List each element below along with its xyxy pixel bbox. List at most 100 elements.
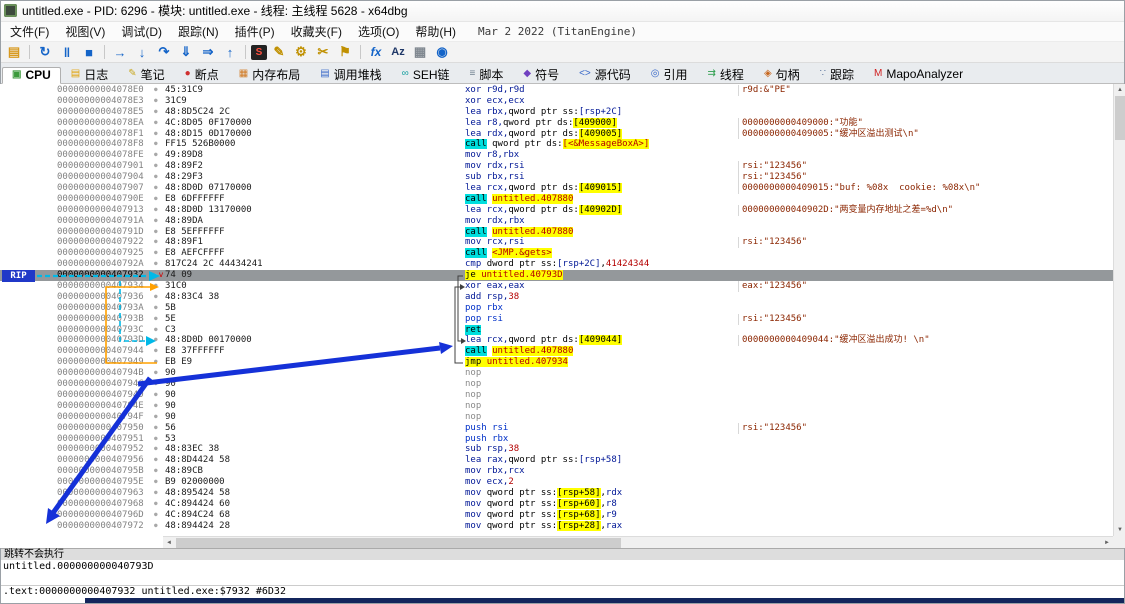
- disasm-row[interactable]: 0000000000407925 ● E8 AEFCFFFF call <JMP.&g…: [0, 248, 1113, 259]
- breakpoint-dot[interactable]: ●: [151, 379, 165, 390]
- horizontal-scroll-thumb[interactable]: [176, 538, 621, 548]
- tab-cpu[interactable]: ▣ CPU: [2, 67, 61, 84]
- breakpoint-dot[interactable]: ●: [151, 259, 165, 270]
- horizontal-scrollbar[interactable]: ◄ ►: [163, 536, 1113, 548]
- breakpoint-dot[interactable]: ●: [151, 444, 165, 455]
- breakpoint-dot[interactable]: ●: [151, 281, 165, 292]
- breakpoint-dot[interactable]: ●: [151, 510, 165, 521]
- disasm-row[interactable]: 000000000040793D ● 48:8D0D 00170000 lea rcx…: [0, 335, 1113, 347]
- tab-breakpoints[interactable]: ● 断点: [175, 66, 229, 83]
- about-button[interactable]: ◉: [432, 43, 452, 61]
- execute-till-return-button[interactable]: ↑: [220, 43, 240, 61]
- step-over-button[interactable]: ↷: [154, 43, 174, 61]
- memory-map-button[interactable]: ▦: [410, 43, 430, 61]
- disasm-row[interactable]: 00000000004078F8 ● FF15 526B0000 call qword…: [0, 139, 1113, 150]
- disasm-row[interactable]: 000000000040794B ● 90 nop: [0, 368, 1113, 379]
- breakpoint-dot[interactable]: ●: [151, 477, 165, 488]
- patches-button[interactable]: ✂: [313, 43, 333, 61]
- disasm-row[interactable]: 0000000000407968 ● 4C:894424 60 mov qword p…: [0, 498, 1113, 510]
- scroll-down-arrow[interactable]: ▼: [1114, 524, 1125, 536]
- disasm-row[interactable]: 0000000000407963 ● 48:895424 58 mov qword p…: [0, 487, 1113, 499]
- disasm-row[interactable]: 000000000040793A ● 5B pop rbx: [0, 303, 1113, 314]
- script-button[interactable]: S: [251, 44, 267, 60]
- breakpoint-dot[interactable]: ●: [151, 183, 165, 194]
- disasm-row[interactable]: 0000000000407934 ● 31C0 xor eax,eax eax:"123…: [0, 281, 1113, 292]
- breakpoint-dot[interactable]: ●: [151, 335, 165, 346]
- disasm-row[interactable]: 0000000000407904 ● 48:29F3 sub rbx,rsi rsi:"…: [0, 172, 1113, 184]
- disasm-row[interactable]: 000000000040794D ● 90 nop: [0, 390, 1113, 401]
- disasm-row[interactable]: 000000000040795B ● 48:89CB mov rbx,rcx: [0, 466, 1113, 477]
- tab-mapo[interactable]: M MapoAnalyzer: [864, 66, 973, 83]
- disasm-row[interactable]: 0000000000407922 ● 48:89F1 mov rcx,rsi rsi:"…: [0, 237, 1113, 249]
- disasm-row[interactable]: 000000000040794C ● 90 nop: [0, 379, 1113, 390]
- menu-debug[interactable]: 调试(D): [113, 21, 170, 42]
- tab-log[interactable]: ▤ 日志: [61, 66, 118, 83]
- tab-script[interactable]: ≡ 脚本: [460, 66, 514, 83]
- disasm-row[interactable]: 0000000000407932 ●v 74 09 je untitled.40793…: [0, 270, 1113, 282]
- breakpoint-dot[interactable]: ●: [151, 346, 165, 357]
- breakpoint-dot[interactable]: ●: [151, 237, 165, 248]
- menu-plugins[interactable]: 插件(P): [227, 21, 283, 42]
- breakpoint-dot[interactable]: ●: [151, 227, 165, 238]
- disasm-row[interactable]: 00000000004078E5 ● 48:8D5C24 2C lea rbx,qwo…: [0, 107, 1113, 118]
- tab-references[interactable]: ◎ 引用: [641, 66, 698, 83]
- disasm-row[interactable]: 0000000000407944 ● E8 37FFFFFF call untitle…: [0, 346, 1113, 357]
- step-into-button[interactable]: ↓: [132, 43, 152, 61]
- menu-view[interactable]: 视图(V): [57, 21, 113, 42]
- disassembly-pane[interactable]: 00000000004078E0 ● 45:31C9 xor r9d,r9d r9d:&…: [0, 84, 1125, 548]
- breakpoint-dot[interactable]: ●v: [151, 270, 165, 282]
- favourites-button[interactable]: ⚑: [335, 43, 355, 61]
- breakpoint-dot[interactable]: ●: [151, 401, 165, 412]
- breakpoint-dot[interactable]: ●: [151, 118, 165, 129]
- breakpoint-dot[interactable]: ●: [151, 499, 165, 510]
- breakpoint-dot[interactable]: ●: [151, 150, 165, 161]
- disasm-row[interactable]: 0000000000407907 ● 48:8D0D 07170000 lea rcx…: [0, 183, 1113, 194]
- disasm-row[interactable]: 00000000004078F1 ● 48:8D15 0D170000 lea rdx…: [0, 128, 1113, 140]
- breakpoint-dot[interactable]: ●: [151, 248, 165, 259]
- breakpoint-dot[interactable]: ●: [151, 205, 165, 216]
- breakpoint-dot[interactable]: ●: [151, 216, 165, 227]
- breakpoint-dot[interactable]: ●: [151, 96, 165, 107]
- open-file-button[interactable]: ▤: [4, 43, 24, 61]
- scroll-right-arrow[interactable]: ►: [1101, 537, 1113, 548]
- breakpoint-dot[interactable]: ●: [151, 423, 165, 434]
- tab-source[interactable]: <> 源代码: [569, 66, 641, 83]
- breakpoint-dot[interactable]: ●: [151, 325, 165, 336]
- disasm-row[interactable]: 000000000040794E ● 90 nop: [0, 401, 1113, 412]
- disasm-row[interactable]: 0000000000407950 ● 56 push rsi rsi:"123456": [0, 422, 1113, 434]
- breakpoint-dot[interactable]: ●: [151, 412, 165, 423]
- disasm-row[interactable]: 0000000000407972 ● 48:894424 28 mov qword p…: [0, 520, 1113, 532]
- scroll-up-arrow[interactable]: ▲: [1114, 84, 1125, 96]
- restart-button[interactable]: ↻: [35, 43, 55, 61]
- disasm-row[interactable]: 0000000000407936 ● 48:83C4 38 add rsp,38: [0, 292, 1113, 303]
- tab-seh[interactable]: ∞ SEH链: [392, 66, 460, 83]
- disasm-row[interactable]: 000000000040795E ● B9 02000000 mov ecx,2: [0, 477, 1113, 488]
- breakpoint-dot[interactable]: ●: [151, 368, 165, 379]
- breakpoint-dot[interactable]: ●: [151, 357, 165, 368]
- breakpoint-dot[interactable]: ●: [151, 521, 165, 532]
- breakpoint-dot[interactable]: ●: [151, 314, 165, 325]
- tab-handles[interactable]: ◈ 句柄: [754, 66, 810, 83]
- run-button[interactable]: →: [110, 43, 130, 61]
- breakpoint-dot[interactable]: ●: [151, 434, 165, 445]
- stop-button[interactable]: ■: [79, 43, 99, 61]
- disasm-row[interactable]: 00000000004078E0 ● 45:31C9 xor r9d,r9d r9d:&…: [0, 85, 1113, 96]
- disasm-row[interactable]: 0000000000407952 ● 48:83EC 38 sub rsp,38: [0, 444, 1113, 455]
- disasm-row[interactable]: 0000000000407951 ● 53 push rbx: [0, 434, 1113, 445]
- disasm-row[interactable]: 000000000040794F ● 90 nop: [0, 412, 1113, 423]
- expression-button[interactable]: fx: [366, 43, 386, 61]
- disasm-row[interactable]: 0000000000407956 ● 48:8D4424 58 lea rax,qwo…: [0, 455, 1113, 466]
- disasm-row[interactable]: 000000000040793B ● 5E pop rsi rsi:"123456": [0, 313, 1113, 325]
- breakpoint-dot[interactable]: ●: [151, 107, 165, 118]
- tab-notes[interactable]: ✎ 笔记: [118, 66, 174, 83]
- breakpoint-dot[interactable]: ●: [151, 129, 165, 140]
- tab-symbols[interactable]: ◆ 符号: [513, 66, 569, 83]
- disasm-row[interactable]: 0000000000407913 ● 48:8D0D 13170000 lea rcx…: [0, 204, 1113, 216]
- menu-help[interactable]: 帮助(H): [407, 21, 464, 42]
- breakpoint-dot[interactable]: ●: [151, 455, 165, 466]
- menu-trace[interactable]: 跟踪(N): [170, 21, 227, 42]
- breakpoint-dot[interactable]: ●: [151, 161, 165, 172]
- disasm-row[interactable]: 00000000004078E3 ● 31C9 xor ecx,ecx: [0, 96, 1113, 107]
- vertical-scroll-thumb[interactable]: [1115, 96, 1125, 140]
- disasm-row[interactable]: 00000000004078EA ● 4C:8D05 0F170000 lea r8,…: [0, 117, 1113, 129]
